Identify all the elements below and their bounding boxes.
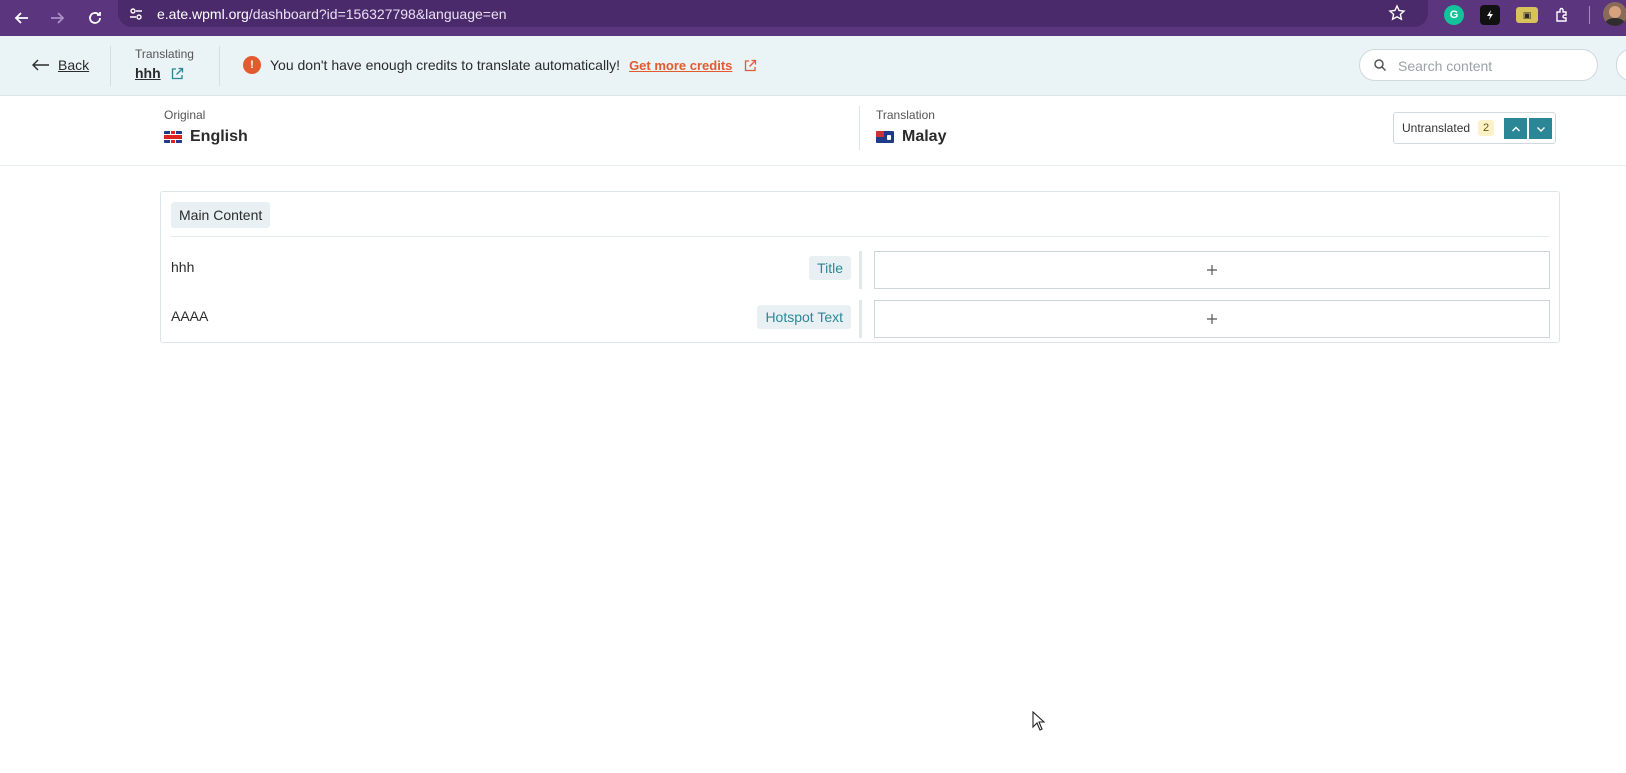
original-caption: Original bbox=[164, 108, 206, 122]
translation-caption: Translation bbox=[876, 108, 935, 122]
avatar-body bbox=[1605, 18, 1625, 26]
toolbar-divider bbox=[1589, 6, 1590, 24]
bolt-icon bbox=[1487, 10, 1493, 20]
next-untranslated-button[interactable] bbox=[1529, 118, 1552, 139]
extensions-puzzle-icon[interactable] bbox=[1552, 5, 1572, 25]
arrow-left-icon bbox=[32, 59, 49, 71]
back-label: Back bbox=[58, 57, 90, 73]
external-link-icon[interactable] bbox=[171, 67, 184, 80]
arrow-left-icon bbox=[14, 12, 28, 24]
translation-language-name: Malay bbox=[902, 128, 947, 145]
credits-notice: ! You don't have enough credits to trans… bbox=[243, 56, 757, 74]
editor-header: Back Translating hhh ! You don't have en… bbox=[0, 36, 1626, 96]
url-text[interactable]: e.ate.wpml.org/dashboard?id=156327798&la… bbox=[157, 6, 507, 22]
profile-avatar[interactable] bbox=[1603, 2, 1626, 26]
back-link[interactable]: Back bbox=[32, 57, 89, 73]
browser-back-button[interactable] bbox=[8, 4, 36, 32]
bolt-extension-icon[interactable] bbox=[1480, 5, 1500, 25]
table-row: AAAA Hotspot Text bbox=[161, 300, 1561, 340]
document-link[interactable]: hhh bbox=[135, 65, 194, 81]
site-settings-icon[interactable] bbox=[128, 6, 144, 22]
browser-forward-button[interactable] bbox=[43, 4, 71, 32]
search-box[interactable] bbox=[1359, 49, 1598, 81]
url-path: /dashboard?id=156327798&language=en bbox=[248, 6, 507, 22]
add-translation-button[interactable] bbox=[874, 251, 1550, 289]
search-input[interactable] bbox=[1398, 56, 1588, 76]
settings-button-partial[interactable] bbox=[1616, 49, 1626, 81]
original-language: Original English bbox=[164, 108, 248, 146]
translating-caption: Translating bbox=[135, 47, 194, 61]
source-text: hhh bbox=[171, 259, 195, 275]
plus-icon bbox=[1207, 314, 1217, 324]
warning-icon: ! bbox=[243, 56, 261, 74]
mouse-cursor-icon bbox=[1032, 711, 1046, 731]
document-name[interactable]: hhh bbox=[135, 65, 161, 81]
original-language-name: English bbox=[190, 128, 248, 145]
url-host: e.ate.wpml.org bbox=[157, 6, 249, 22]
malay-flag-icon bbox=[876, 131, 894, 143]
previous-untranslated-button[interactable] bbox=[1504, 118, 1527, 139]
translation-language: Translation Malay bbox=[876, 108, 946, 146]
translating-info: Translating hhh bbox=[135, 47, 194, 81]
section-label: Main Content bbox=[171, 202, 271, 228]
search-icon bbox=[1374, 59, 1387, 72]
source-text: AAAA bbox=[171, 308, 209, 324]
plus-icon bbox=[1207, 265, 1217, 275]
ticket-extension-icon[interactable]: ▣ bbox=[1516, 7, 1538, 23]
get-more-credits-link[interactable]: Get more credits bbox=[629, 58, 732, 73]
reload-icon bbox=[89, 12, 101, 24]
field-type-badge: Title bbox=[809, 256, 851, 280]
untranslated-filter[interactable]: Untranslated 2 bbox=[1393, 112, 1556, 144]
section-divider bbox=[171, 236, 1549, 237]
grammarly-extension-icon[interactable]: G bbox=[1444, 5, 1464, 25]
avatar-face bbox=[1609, 6, 1621, 18]
chevron-down-icon bbox=[1536, 126, 1545, 132]
untranslated-count-badge: 2 bbox=[1478, 120, 1495, 136]
external-link-icon[interactable] bbox=[744, 59, 757, 72]
puzzle-icon bbox=[1556, 7, 1567, 22]
language-divider bbox=[859, 106, 860, 150]
browser-reload-button[interactable] bbox=[81, 4, 109, 32]
field-type-badge: Hotspot Text bbox=[757, 305, 851, 329]
table-row: hhh Title bbox=[161, 251, 1561, 291]
arrow-right-icon bbox=[51, 12, 65, 24]
add-translation-button[interactable] bbox=[874, 300, 1550, 338]
uk-flag-icon bbox=[164, 131, 182, 143]
browser-toolbar: e.ate.wpml.org/dashboard?id=156327798&la… bbox=[0, 0, 1626, 36]
header-divider bbox=[110, 46, 111, 86]
address-bar[interactable]: e.ate.wpml.org/dashboard?id=156327798&la… bbox=[118, 0, 1428, 27]
language-bar: Original English Translation Malay Untra… bbox=[0, 96, 1626, 166]
filter-label: Untranslated bbox=[1402, 121, 1471, 135]
bookmark-star-icon[interactable] bbox=[1388, 4, 1406, 22]
chevron-up-icon bbox=[1511, 126, 1520, 131]
content-section: Main Content hhh Title AAAA Hotspot Text bbox=[160, 191, 1560, 343]
header-divider bbox=[219, 46, 220, 86]
row-separator bbox=[859, 251, 862, 289]
row-separator bbox=[859, 300, 862, 338]
credits-warning-text: You don't have enough credits to transla… bbox=[270, 57, 621, 73]
